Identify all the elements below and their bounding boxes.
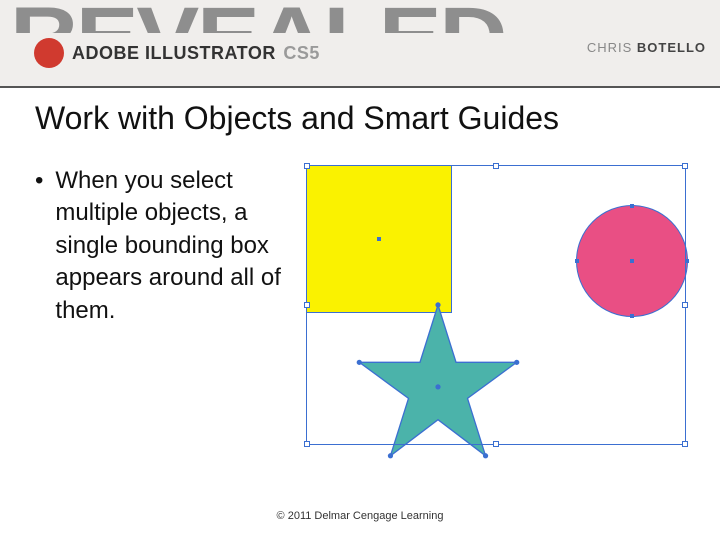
page-title: Work with Objects and Smart Guides [35,100,685,137]
author-last: BOTELLO [637,40,706,55]
handle-nw [304,163,310,169]
brand-version: CS5 [283,43,320,63]
bullet-dot: • [35,165,43,327]
handle-ne [682,163,688,169]
brand-first: ADOBE [72,43,140,63]
handle-s [493,441,499,447]
product-name: ADOBE ILLUSTRATOR CS5 [72,43,320,64]
slide-content: Work with Objects and Smart Guides • Whe… [35,100,685,455]
bullet-text: When you select multiple objects, a sing… [55,165,285,327]
handle-n [493,163,499,169]
author-first: CHRIS [587,40,632,55]
handle-sw [304,441,310,447]
book-banner: REVEALED ADOBE ILLUSTRATOR CS5 CHRIS BOT… [0,0,720,88]
author-name: CHRIS BOTELLO [587,40,706,55]
bounding-box [306,165,686,445]
bullet-item: • When you select multiple objects, a si… [35,165,286,327]
brand-product: ILLUSTRATOR [145,43,276,63]
bullet-column: • When you select multiple objects, a si… [35,165,296,455]
handle-w [304,302,310,308]
footer-copyright: © 2011 Delmar Cengage Learning [0,510,720,522]
handle-e [682,302,688,308]
handle-se [682,441,688,447]
illustration [296,165,685,455]
adobe-logo-icon [34,38,64,68]
banner-rule [0,86,720,88]
